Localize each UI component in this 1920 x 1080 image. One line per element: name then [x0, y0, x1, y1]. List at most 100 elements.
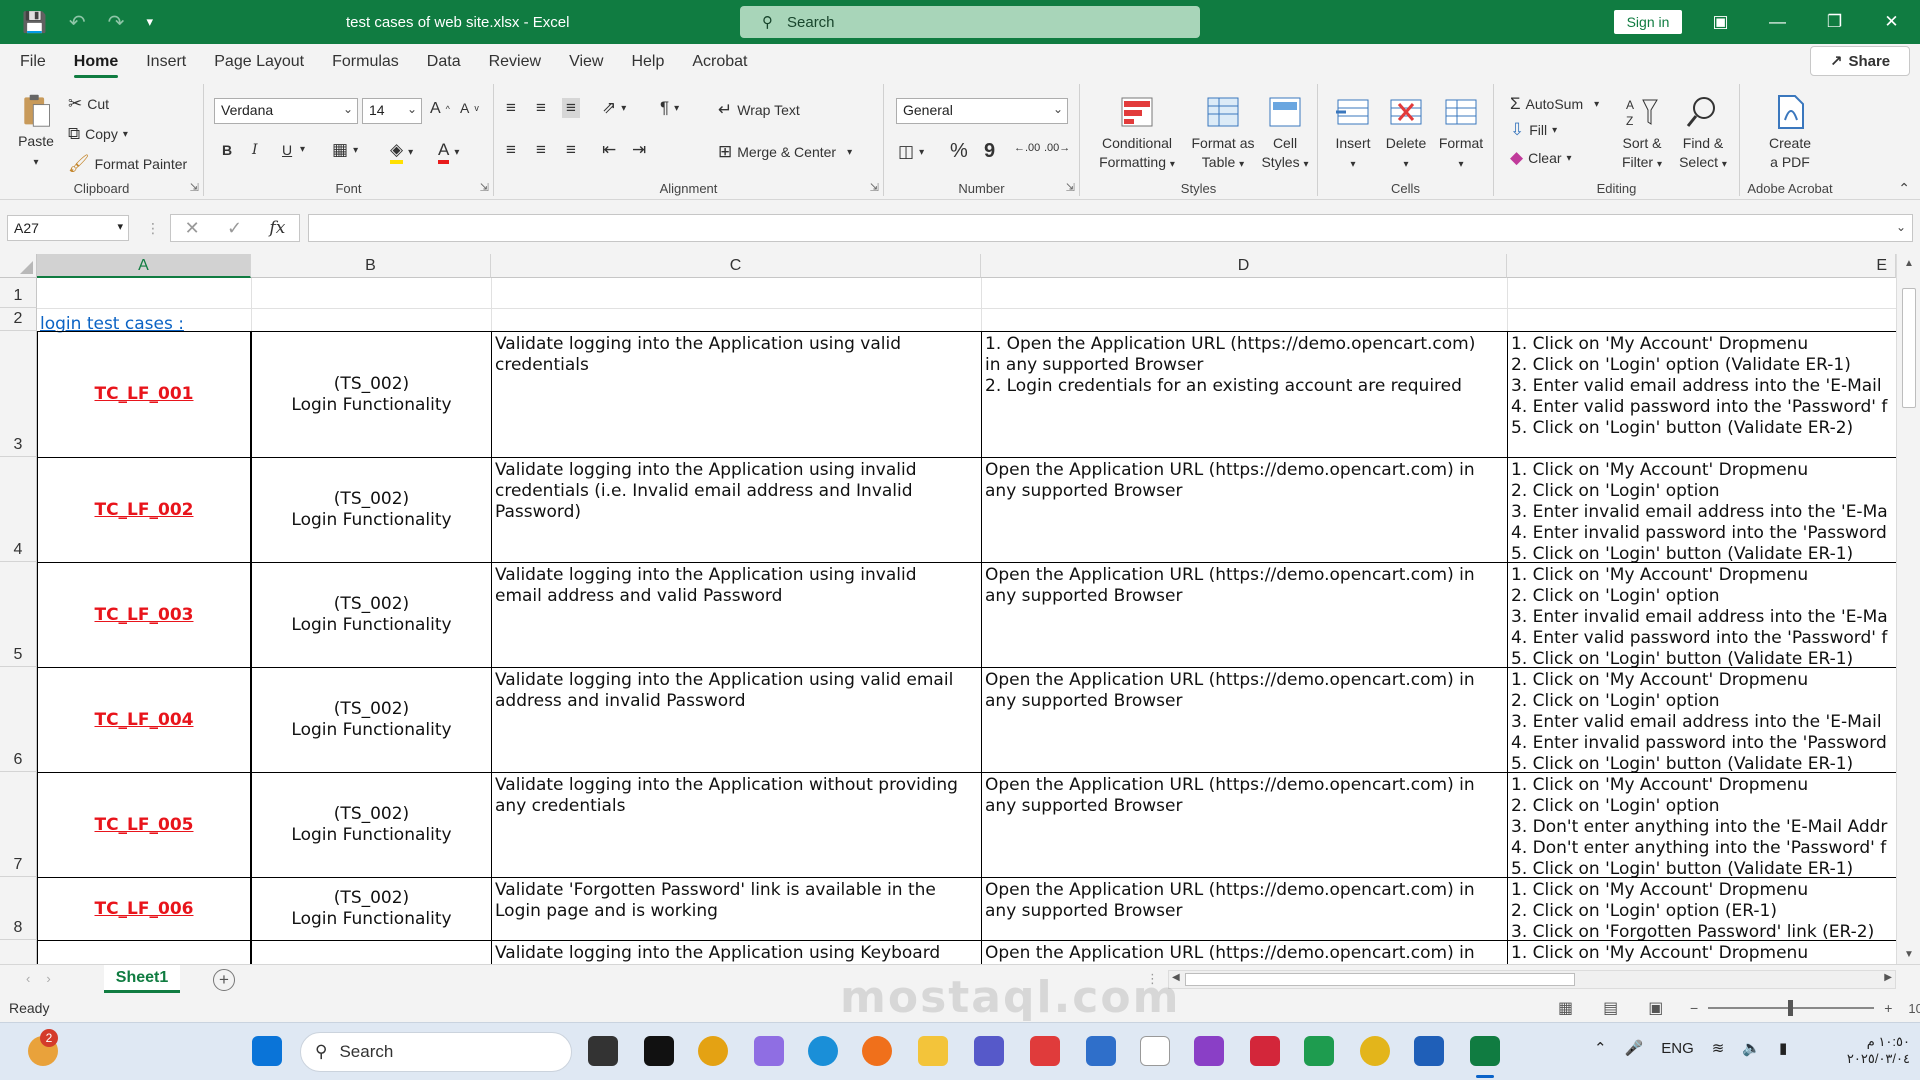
tab-formulas[interactable]: Formulas — [318, 44, 413, 80]
column-header-a[interactable]: A — [37, 254, 251, 278]
borders-button[interactable]: ▦ ▾ — [332, 140, 358, 160]
page-layout-view-icon[interactable]: ▤ — [1603, 998, 1618, 1018]
align-bottom-button[interactable]: ≡ — [562, 98, 580, 118]
row-header-3[interactable]: 3 — [0, 331, 37, 457]
font-size-select[interactable]: 14 ⌄ — [362, 98, 422, 124]
row-header-4[interactable]: 4 — [0, 457, 37, 562]
bold-button[interactable]: B — [222, 142, 232, 158]
tab-insert[interactable]: Insert — [132, 44, 200, 80]
test-steps[interactable]: 1. Click on 'My Account' Dropmenu 2. Cli… — [1508, 878, 1896, 940]
microphone-off-icon[interactable]: 🎤 — [1625, 1039, 1644, 1057]
increase-indent-button[interactable]: ⇥ — [632, 140, 646, 160]
app-icon[interactable] — [1304, 1036, 1334, 1066]
pre-requisites[interactable]: Open the Application URL (https://demo.o… — [982, 668, 1507, 772]
cut-button[interactable]: ✂ Cut — [68, 94, 109, 114]
scroll-right-icon[interactable]: ▶ — [1884, 972, 1892, 983]
save-icon[interactable]: 💾 — [22, 10, 47, 35]
tab-page-layout[interactable]: Page Layout — [200, 44, 318, 80]
pre-requisites[interactable]: Open the Application URL (https://demo.o… — [982, 878, 1507, 940]
tab-review[interactable]: Review — [475, 44, 555, 80]
teams-icon[interactable] — [974, 1036, 1004, 1066]
sign-in-button[interactable]: Sign in — [1614, 10, 1682, 34]
app-icon[interactable] — [1250, 1036, 1280, 1066]
test-case-id[interactable]: TC_LF_001 — [38, 332, 250, 457]
pre-requisites[interactable]: Open the Application URL (https://demo.o… — [982, 941, 1507, 964]
zoom-level[interactable]: 100% — [1908, 1001, 1920, 1016]
test-case-title[interactable]: Validate logging into the Application us… — [492, 668, 981, 772]
test-case-title[interactable]: Validate logging into the Application us… — [492, 563, 981, 667]
zoom-slider-knob[interactable] — [1788, 1000, 1794, 1016]
row-header-9[interactable] — [0, 940, 37, 964]
create-pdf-button[interactable]: Create a PDF — [1754, 94, 1826, 172]
decrease-decimal-button[interactable]: .00→ — [1044, 142, 1070, 154]
column-header-d[interactable]: D — [981, 254, 1507, 278]
horizontal-scrollbar[interactable]: ◀ ▶ — [1168, 970, 1896, 989]
underline-button[interactable]: U — [282, 142, 292, 158]
copilot-icon[interactable] — [754, 1036, 784, 1066]
battery-icon[interactable]: ▮ — [1779, 1039, 1787, 1057]
test-case-id[interactable]: TC_LF_003 — [38, 563, 250, 667]
task-view-icon[interactable] — [588, 1036, 618, 1066]
test-case-title[interactable]: Validate logging into the Application us… — [492, 941, 981, 964]
word-icon[interactable] — [1414, 1036, 1444, 1066]
volume-icon[interactable]: 🔈 — [1742, 1039, 1761, 1057]
wifi-icon[interactable]: ≋ — [1712, 1039, 1725, 1057]
format-as-table-button[interactable]: Format as Table ▾ — [1188, 94, 1258, 174]
page-break-view-icon[interactable]: ▣ — [1648, 998, 1663, 1018]
search-box[interactable]: ⚲ Search — [740, 6, 1200, 38]
row-header-7[interactable]: 7 — [0, 772, 37, 877]
text-direction-button[interactable]: ¶ ▾ — [660, 98, 679, 118]
cell-styles-button[interactable]: Cell Styles ▾ — [1260, 94, 1310, 174]
test-steps[interactable]: 1. Click on 'My Account' Dropmenu 2. Cli… — [1508, 458, 1896, 562]
tab-acrobat[interactable]: Acrobat — [678, 44, 761, 80]
test-steps[interactable]: 1. Click on 'My Account' Dropmenu 2. Cli… — [1508, 668, 1896, 772]
app-icon[interactable] — [1030, 1036, 1060, 1066]
normal-view-icon[interactable]: ▦ — [1558, 998, 1573, 1018]
tab-file[interactable]: File — [0, 44, 60, 80]
conditional-formatting-button[interactable]: Conditional Formatting ▾ — [1092, 94, 1182, 174]
test-case-title[interactable]: Validate logging into the Application us… — [492, 332, 981, 457]
test-case-id[interactable]: TC_LF_002 — [38, 458, 250, 562]
expand-formula-icon[interactable]: ⌄ — [1896, 220, 1906, 234]
increase-font-button[interactable]: A ^ — [430, 100, 450, 118]
wrap-text-button[interactable]: ↵ Wrap Text — [718, 100, 800, 120]
horizontal-scroll-thumb[interactable] — [1185, 973, 1575, 986]
excel-icon[interactable] — [1470, 1036, 1500, 1066]
underline-dropdown[interactable]: ▾ — [300, 144, 305, 155]
maximize-icon[interactable]: ❐ — [1806, 0, 1863, 44]
customize-qat-icon[interactable]: ▾ — [146, 14, 153, 30]
test-steps[interactable]: 1. Click on 'My Account' Dropmenu 2. Cli… — [1508, 773, 1896, 877]
pre-requisites[interactable]: Open the Application URL (https://demo.o… — [982, 563, 1507, 667]
decrease-indent-button[interactable]: ⇤ — [602, 140, 616, 160]
test-steps[interactable]: 1. Click on 'My Account' Dropmenu — [1508, 941, 1896, 964]
paste-button[interactable]: Paste ▾ — [12, 92, 60, 172]
insert-cells-button[interactable]: Insert ▾ — [1328, 94, 1378, 174]
test-steps[interactable]: 1. Click on 'My Account' Dropmenu 2. Cli… — [1508, 563, 1896, 667]
zoom-slider[interactable] — [1708, 1000, 1875, 1016]
test-case-id[interactable]: TC_LF_004 — [38, 668, 250, 772]
test-steps[interactable]: 1. Click on 'My Account' Dropmenu 2. Cli… — [1508, 332, 1896, 457]
find-select-button[interactable]: Find & Select ▾ — [1674, 94, 1732, 174]
row-header-5[interactable]: 5 — [0, 562, 37, 667]
clock[interactable]: ١٠:٥٠ م ٢٠٢٥/٠٣/٠٤ — [1830, 1033, 1910, 1067]
orientation-button[interactable]: ⇗ ▾ — [602, 98, 626, 118]
tab-data[interactable]: Data — [413, 44, 475, 80]
cancel-icon[interactable]: ✕ — [185, 218, 200, 239]
tab-home[interactable]: Home — [60, 44, 132, 80]
minimize-icon[interactable]: — — [1749, 0, 1806, 44]
merge-center-button[interactable]: ⊞ Merge & Center ▾ — [718, 142, 852, 162]
align-left-button[interactable]: ≡ — [506, 140, 516, 160]
file-explorer-icon[interactable] — [918, 1036, 948, 1066]
vertical-scrollbar[interactable]: ▲ ▼ — [1896, 254, 1920, 964]
sheet-tab-sheet1[interactable]: Sheet1 — [104, 965, 180, 993]
test-case-title[interactable]: Validate logging into the Application us… — [492, 458, 981, 562]
add-sheet-button[interactable]: + — [213, 969, 235, 991]
share-button[interactable]: ↗ Share — [1810, 46, 1910, 76]
align-right-button[interactable]: ≡ — [566, 140, 576, 160]
dialog-launcher-icon[interactable]: ⇲ — [480, 181, 489, 194]
test-scenario[interactable]: (TS_002) Login Functionality — [252, 773, 491, 877]
column-header-e[interactable]: E — [1507, 254, 1896, 278]
align-top-button[interactable]: ≡ — [506, 98, 516, 118]
currency-button[interactable]: ◫ ▾ — [898, 142, 924, 162]
font-color-button[interactable]: A ▾ — [438, 140, 459, 164]
